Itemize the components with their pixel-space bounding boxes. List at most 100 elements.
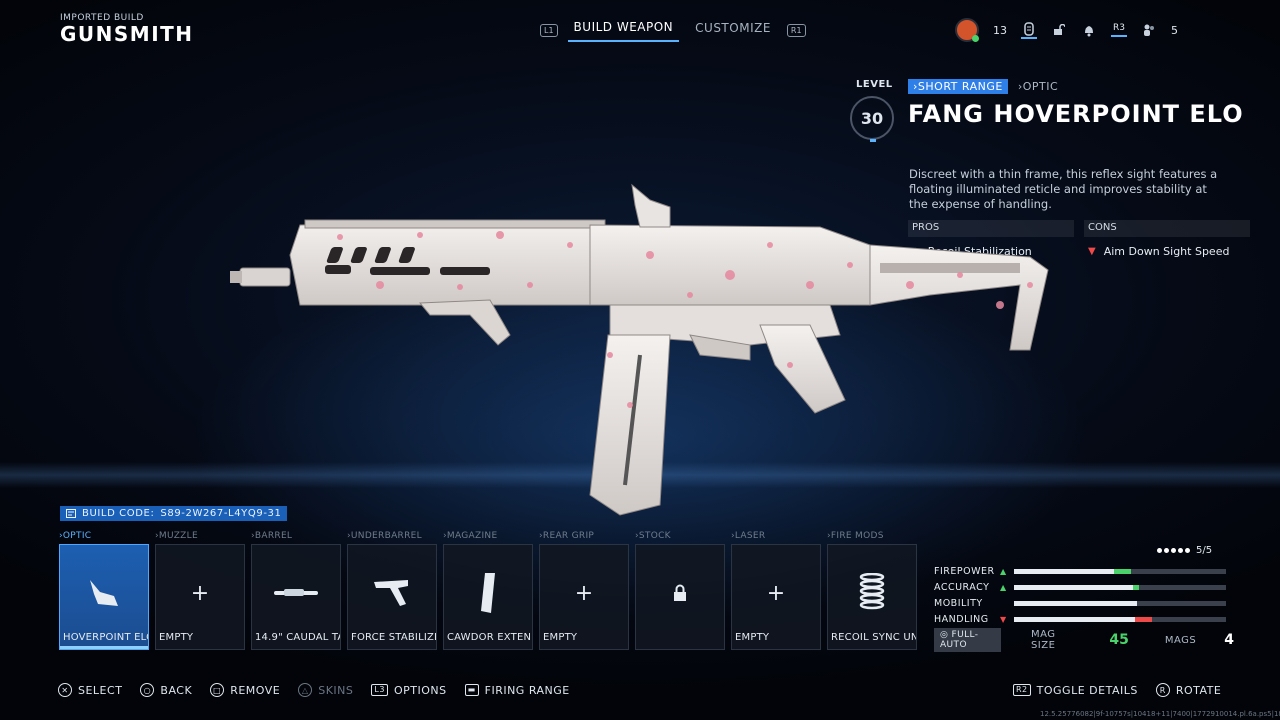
slot-name: CAWDOR EXTEND <box>447 632 532 643</box>
down-arrow-icon: ▼ <box>1088 246 1096 257</box>
cross-button-icon: ✕ <box>58 683 72 697</box>
tab-customize[interactable]: CUSTOMIZE <box>689 19 777 41</box>
unlock-icon[interactable] <box>1051 21 1067 39</box>
stat-row-accuracy: ACCURACY ▲ <box>934 579 1234 595</box>
l3-button-icon: L3 <box>371 684 388 696</box>
slot-name: RECOIL SYNC UN <box>831 632 916 643</box>
slot-name: EMPTY <box>543 632 578 643</box>
con-item: ▼ Aim Down Sight Speed <box>1088 245 1230 258</box>
slot-category: ›BARREL <box>251 531 293 541</box>
slot-category: ›MUZZLE <box>155 531 198 541</box>
toggle-details-prompt[interactable]: R2 TOGGLE DETAILS <box>1013 683 1138 697</box>
mags-value: 4 <box>1224 632 1234 648</box>
slot-category: ›UNDERBARREL <box>347 531 422 541</box>
level-value: 30 <box>860 108 884 128</box>
grip-icon <box>348 573 436 613</box>
slot-rear-grip[interactable]: ›REAR GRIP + EMPTY <box>539 531 629 650</box>
slot-name: 14.9" CAUDAL TAI <box>255 632 340 643</box>
battlepass-icon[interactable] <box>1021 21 1037 39</box>
slot-category: ›LASER <box>731 531 766 541</box>
attachment-dot <box>1164 548 1169 553</box>
slot-laser[interactable]: ›LASER + EMPTY <box>731 531 821 650</box>
spring-icon <box>828 573 916 613</box>
attachment-dot <box>1178 548 1183 553</box>
slot-magazine[interactable]: ›MAGAZINE CAWDOR EXTEND <box>443 531 533 650</box>
build-code-label: BUILD CODE: <box>82 508 155 519</box>
build-version: 12.5.25776082|9f-10757s|10418+11|7400|17… <box>1040 710 1280 718</box>
plus-icon: + <box>766 580 786 606</box>
party-icon[interactable] <box>1141 21 1157 39</box>
stat-label: ACCURACY <box>934 581 990 593</box>
rotate-prompt[interactable]: R ROTATE <box>1155 683 1222 697</box>
button-prompts-right: R2 TOGGLE DETAILS R ROTATE <box>1013 683 1221 697</box>
attachment-dot <box>1157 548 1162 553</box>
top-right-bar: 13 R3 5 <box>955 18 1178 42</box>
touchpad-icon: ▬ <box>464 684 479 696</box>
slot-underbarrel[interactable]: ›UNDERBARREL FORCE STABILIZE <box>347 531 437 650</box>
fire-mode-badge: ◎ FULL-AUTO <box>934 628 1001 652</box>
stat-label: MOBILITY <box>934 597 983 609</box>
slot-category: ›MAGAZINE <box>443 531 498 541</box>
attachment-name: FANG HOVERPOINT ELO <box>908 100 1244 128</box>
notification-bell-icon[interactable] <box>1081 21 1097 39</box>
mag-size-value: 45 <box>1109 632 1129 648</box>
magazine-icon <box>444 573 532 613</box>
level-ring: 30 <box>850 96 894 142</box>
barrel-icon <box>252 573 340 613</box>
stat-row-mobility: MOBILITY <box>934 595 1234 611</box>
stat-change-icon: ▲ <box>1000 582 1007 592</box>
back-prompt[interactable]: ○ BACK <box>140 683 192 697</box>
slot-name: FORCE STABILIZE <box>351 632 436 643</box>
square-button-icon: □ <box>210 683 225 697</box>
attachment-dots <box>1157 545 1192 556</box>
r3-hint-icon: R3 <box>1111 23 1127 37</box>
attachment-count: 5/5 <box>1157 545 1212 556</box>
level-label: LEVEL <box>856 79 893 90</box>
right-stick-icon: R <box>1155 683 1170 697</box>
top-tabs: L1 BUILD WEAPON CUSTOMIZE R1 <box>540 18 806 42</box>
weapon-info-row: ◎ FULL-AUTO MAG SIZE 45 MAGS 4 <box>934 628 1234 652</box>
lock-icon <box>636 573 724 613</box>
remove-prompt[interactable]: □ REMOVE <box>210 683 280 697</box>
slot-name: EMPTY <box>735 632 770 643</box>
slot-fire-mods[interactable]: ›FIRE MODS RECOIL SYNC UN <box>827 531 917 650</box>
type-tag: ›OPTIC <box>1017 80 1059 93</box>
circle-button-icon: ○ <box>140 683 155 697</box>
slot-optic[interactable]: ›OPTIC HOVERPOINT ELO <box>59 531 149 650</box>
player-level: 13 <box>993 23 1007 37</box>
stat-bar <box>1014 600 1226 606</box>
stat-row-firepower: FIREPOWER ▲ <box>934 563 1234 579</box>
optic-icon <box>60 573 148 613</box>
plus-icon: + <box>190 580 210 606</box>
slot-name: EMPTY <box>159 632 194 643</box>
party-count: 5 <box>1170 23 1178 37</box>
stat-row-handling: HANDLING ▼ <box>934 611 1234 627</box>
tab-build-weapon[interactable]: BUILD WEAPON <box>567 18 680 42</box>
range-tag: ›SHORT RANGE <box>908 79 1008 94</box>
cons-header: CONS <box>1084 220 1250 237</box>
slot-barrel[interactable]: ›BARREL 14.9" CAUDAL TAI <box>251 531 341 650</box>
weapon-model[interactable] <box>230 175 1060 535</box>
firing-range-prompt[interactable]: ▬ FIRING RANGE <box>464 683 570 697</box>
r2-button-icon: R2 <box>1013 684 1031 696</box>
build-code-value: S89-2W267-L4YQ9-31 <box>160 508 282 519</box>
options-prompt[interactable]: L3 OPTIONS <box>371 683 446 697</box>
stat-bar <box>1014 568 1226 574</box>
slot-muzzle[interactable]: ›MUZZLE + EMPTY <box>155 531 245 650</box>
plus-icon: + <box>574 580 594 606</box>
stat-bar <box>1014 616 1226 622</box>
skins-prompt[interactable]: △ SKINS <box>298 683 353 697</box>
stat-change-icon: ▼ <box>1000 614 1007 624</box>
button-prompts-left: ✕ SELECT ○ BACK □ REMOVE △ SKINS L3 OPTI… <box>58 683 570 697</box>
slot-stock[interactable]: ›STOCK <box>635 531 725 650</box>
l1-hint-icon: L1 <box>540 23 558 37</box>
slot-category: ›STOCK <box>635 531 671 541</box>
attachment-count-value: 5/5 <box>1196 545 1213 556</box>
page-title: GUNSMITH <box>60 22 194 46</box>
stat-label: FIREPOWER <box>934 565 995 577</box>
r1-hint-icon: R1 <box>786 23 806 37</box>
player-avatar[interactable] <box>955 18 979 42</box>
build-code-badge[interactable]: BUILD CODE: S89-2W267-L4YQ9-31 <box>60 506 288 521</box>
slot-name: HOVERPOINT ELO <box>63 632 148 643</box>
select-prompt[interactable]: ✕ SELECT <box>58 683 122 697</box>
